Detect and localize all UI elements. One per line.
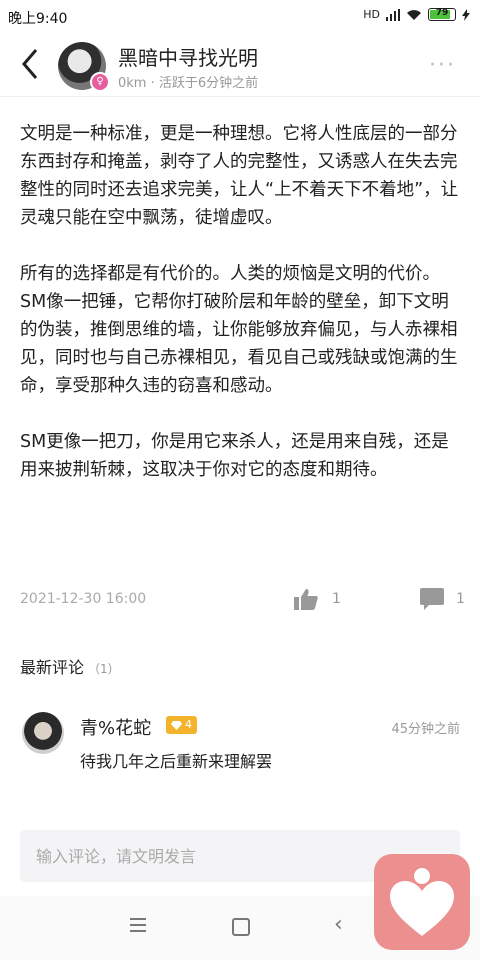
like-count: 1	[332, 591, 341, 607]
battery-icon: 79	[428, 8, 456, 21]
post-paragraph: SM像一把锤，它帮你打破阶层和年龄的壁垒，卸下文明的伪装，推倒思维的墙，让你能够…	[20, 292, 458, 396]
back-nav-icon[interactable]: ‹	[334, 912, 343, 937]
post-paragraph: SM更像一把刀，你是用它来杀人，还是用来自残，还是用来披荆斩棘，这取决于你对它的…	[20, 432, 449, 480]
comment-time: 45分钟之前	[391, 722, 460, 737]
comment-button[interactable]: 1	[420, 588, 465, 610]
wifi-icon	[407, 9, 421, 20]
comment-text: 待我几年之后重新来理解罢	[80, 752, 273, 771]
status-time: 晚上9:40	[8, 11, 68, 27]
back-button[interactable]	[12, 44, 48, 84]
home-icon[interactable]	[232, 918, 250, 936]
chevron-left-icon	[22, 49, 38, 79]
comments-title: 最新评论 （1）	[20, 658, 120, 677]
signal-icon	[386, 8, 400, 21]
charging-icon	[462, 8, 470, 21]
author-name[interactable]: 黑暗中寻找光明	[118, 42, 258, 71]
status-bar: 晚上9:40 HD 79	[0, 0, 480, 34]
commenter-name[interactable]: 青%花蛇	[80, 714, 151, 740]
gender-female-icon: ♀	[90, 72, 110, 92]
thumbs-up-icon	[294, 589, 318, 610]
post-meta: 2021-12-30 16:00 1 1	[20, 588, 465, 612]
level-badge: 4	[166, 716, 197, 734]
like-button[interactable]: 1	[294, 588, 341, 610]
profile-header: ♀ 黑暗中寻找光明 0km · 活跃于6分钟之前 ···	[0, 34, 480, 96]
status-icons: HD 79	[363, 8, 470, 21]
post-paragraph: 文明是一种标准，更是一种理想。它将人性底层的一部分东西封存和掩盖，剥夺了人的完整…	[20, 124, 459, 228]
header-divider	[0, 96, 480, 97]
diamond-icon	[171, 720, 182, 730]
heart-icon	[390, 881, 454, 936]
comments-count: （1）	[88, 662, 120, 676]
network-label: HD	[363, 8, 380, 21]
commenter-avatar[interactable]	[22, 712, 64, 754]
author-activity: 0km · 活跃于6分钟之前	[118, 76, 259, 91]
floating-app-button[interactable]	[374, 854, 470, 950]
post-content: 文明是一种标准，更是一种理想。它将人性底层的一部分东西封存和掩盖，剥夺了人的完整…	[20, 120, 464, 512]
menu-icon[interactable]	[130, 918, 146, 932]
more-options-button[interactable]: ···	[429, 55, 456, 77]
comment-count: 1	[456, 591, 465, 607]
post-date: 2021-12-30 16:00	[20, 591, 147, 607]
comment-icon	[420, 588, 444, 610]
post-paragraph: 所有的选择都是有代价的。人类的烦恼是文明的代价。	[20, 264, 440, 284]
